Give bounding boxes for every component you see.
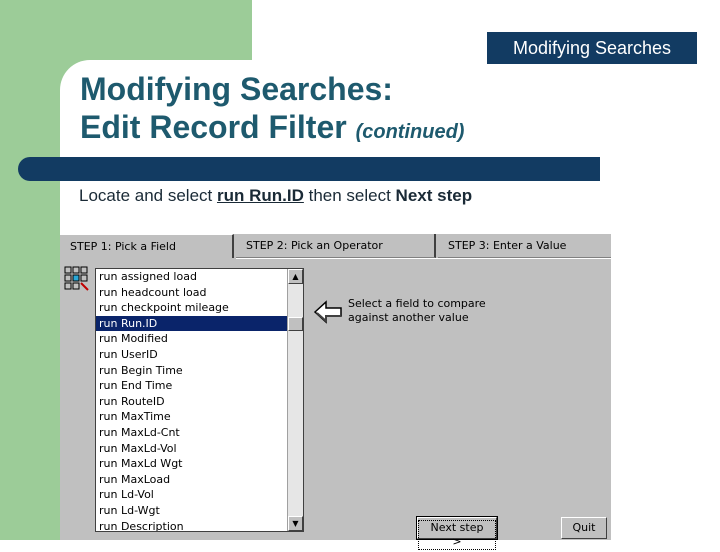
section-badge: Modifying Searches [487, 32, 697, 64]
field-list-items: run assigned load run headcount load run c… [96, 269, 303, 532]
field-list-item[interactable]: run headcount load [96, 285, 303, 301]
tab-step-3[interactable]: STEP 3: Enter a Value [438, 234, 611, 258]
instruction-mid: then select [303, 186, 396, 205]
field-list-item[interactable]: run Begin Time [96, 363, 303, 379]
scroll-up-button[interactable]: ▲ [288, 269, 303, 284]
field-picker-icon [64, 266, 92, 292]
instruction-text: Locate and select run Run.ID then select… [79, 186, 472, 206]
field-list-item[interactable]: run MaxTime [96, 409, 303, 425]
hint-line-1: Select a field to compare [348, 297, 486, 310]
field-list-item[interactable]: run MaxLd-Cnt [96, 425, 303, 441]
title-suffix: (continued) [355, 121, 465, 143]
field-list-item[interactable]: run Ld-Wgt [96, 503, 303, 519]
field-list-item[interactable]: run Modified [96, 331, 303, 347]
tab-step-2[interactable]: STEP 2: Pick an Operator [236, 234, 436, 258]
field-list-item[interactable]: run End Time [96, 378, 303, 394]
field-list-item[interactable]: run Run.ID [96, 315, 303, 332]
field-list[interactable]: run assigned load run headcount load run c… [95, 268, 304, 532]
field-list-item[interactable]: run RouteID [96, 394, 303, 410]
field-list-item[interactable]: run MaxLd-Vol [96, 441, 303, 457]
field-list-scrollbar[interactable]: ▲ ▼ [287, 269, 303, 531]
title-line-1: Modifying Searches: [80, 71, 393, 107]
tab-divider [236, 258, 611, 259]
next-step-label: Next step > [418, 520, 496, 550]
field-list-item[interactable]: run MaxLoad [96, 472, 303, 488]
tab-step-1[interactable]: STEP 1: Pick a Field [60, 234, 234, 258]
field-list-item[interactable]: run Ld-Vol [96, 487, 303, 503]
scroll-down-button[interactable]: ▼ [288, 516, 303, 531]
instruction-pre: Locate and select [79, 186, 217, 205]
instruction-field: run Run.ID [216, 186, 304, 205]
scroll-thumb[interactable] [288, 317, 303, 331]
field-hint: Select a field to compare against anothe… [348, 297, 498, 325]
field-list-item[interactable]: run checkpoint mileage [96, 300, 303, 316]
field-list-item[interactable]: run assigned load [96, 269, 303, 285]
instruction-action: Next step [395, 186, 473, 205]
slide-title: Modifying Searches: Edit Record Filter (… [80, 70, 464, 151]
field-list-item[interactable]: run MaxLd Wgt [96, 456, 303, 472]
hint-line-2: against another value [348, 311, 469, 324]
left-arrow-icon [313, 299, 343, 325]
quit-button[interactable]: Quit [561, 517, 607, 539]
field-list-item[interactable]: run UserID [96, 347, 303, 363]
title-line-2: Edit Record Filter [80, 109, 347, 145]
divider-bar [18, 157, 600, 181]
record-filter-dialog: STEP 1: Pick a Field STEP 2: Pick an Ope… [60, 234, 611, 550]
next-step-button[interactable]: Next step > [416, 516, 498, 550]
field-list-item[interactable]: run Description [96, 519, 303, 532]
